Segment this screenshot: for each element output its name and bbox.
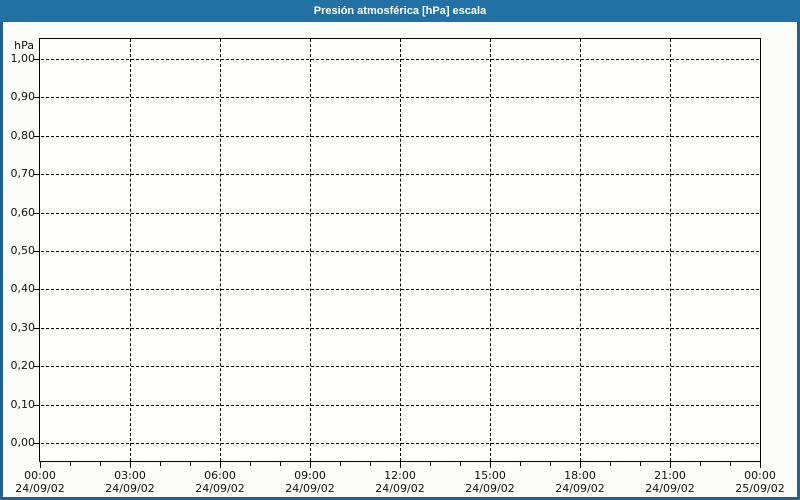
- x-axis-major-tick: [40, 462, 41, 468]
- x-axis-minor-tick: [250, 462, 251, 466]
- x-axis-major-tick: [130, 462, 131, 468]
- x-axis-minor-tick: [550, 462, 551, 466]
- y-axis-tick-label: 1,00: [10, 52, 36, 65]
- plot-area: [39, 38, 761, 462]
- x-axis-date-label: 24/09/02: [105, 482, 155, 495]
- y-axis-tick-label: 0,50: [10, 244, 36, 257]
- x-axis-date-label: 24/09/02: [465, 482, 515, 495]
- x-axis-date-label: 24/09/02: [285, 482, 335, 495]
- x-axis-time-label: 00:00: [744, 469, 776, 482]
- x-axis-minor-tick: [640, 462, 641, 466]
- x-axis-time-label: 09:00: [294, 469, 326, 482]
- x-axis-time-label: 03:00: [114, 469, 146, 482]
- x-axis-major-tick: [760, 462, 761, 468]
- x-axis-major-tick: [220, 462, 221, 468]
- x-axis-major-tick: [400, 462, 401, 468]
- x-axis-time-label: 18:00: [564, 469, 596, 482]
- x-axis-date-label: 25/09/02: [735, 482, 785, 495]
- x-axis-date-label: 24/09/02: [375, 482, 425, 495]
- x-axis-time-label: 12:00: [384, 469, 416, 482]
- x-axis-major-tick: [580, 462, 581, 468]
- x-axis-minor-tick: [70, 462, 71, 466]
- y-axis-tick-label: 0,20: [10, 359, 36, 372]
- x-axis-minor-tick: [700, 462, 701, 466]
- chart-title: Presión atmosférica [hPa] escala: [313, 5, 487, 17]
- y-axis-tick-label: 0,60: [10, 206, 36, 219]
- x-axis-minor-tick: [100, 462, 101, 466]
- x-axis-time-label: 06:00: [204, 469, 236, 482]
- y-axis-tick-label: 0,90: [10, 90, 36, 103]
- chart-title-bar: Presión atmosférica [hPa] escala: [0, 0, 800, 22]
- x-axis-date-label: 24/09/02: [195, 482, 245, 495]
- x-axis-date-label: 24/09/02: [15, 482, 65, 495]
- y-axis-tick-label: 0,80: [10, 129, 36, 142]
- chart-window: Presión atmosférica [hPa] escala hPa 1,0…: [0, 0, 800, 500]
- y-axis-tick-label: 0,40: [10, 282, 36, 295]
- x-axis-minor-tick: [460, 462, 461, 466]
- x-axis-minor-tick: [430, 462, 431, 466]
- x-axis-time-label: 15:00: [474, 469, 506, 482]
- y-axis-tick-label: 0,70: [10, 167, 36, 180]
- x-axis-minor-tick: [160, 462, 161, 466]
- x-axis-time-label: 00:00: [24, 469, 56, 482]
- x-axis-major-tick: [490, 462, 491, 468]
- x-axis-minor-tick: [280, 462, 281, 466]
- x-axis-major-tick: [310, 462, 311, 468]
- y-axis-tick-label: 0,30: [10, 321, 36, 334]
- x-axis-minor-tick: [190, 462, 191, 466]
- y-axis-unit-label: hPa: [14, 39, 34, 52]
- x-axis-minor-tick: [610, 462, 611, 466]
- x-axis-minor-tick: [370, 462, 371, 466]
- y-axis-tick-label: 0,10: [10, 398, 36, 411]
- x-axis-major-tick: [670, 462, 671, 468]
- y-axis-tick-label: 0,00: [10, 436, 36, 449]
- x-axis-date-label: 24/09/02: [555, 482, 605, 495]
- x-axis-minor-tick: [340, 462, 341, 466]
- x-axis-date-label: 24/09/02: [645, 482, 695, 495]
- x-axis-minor-tick: [730, 462, 731, 466]
- x-axis-time-label: 21:00: [654, 469, 686, 482]
- x-axis-minor-tick: [520, 462, 521, 466]
